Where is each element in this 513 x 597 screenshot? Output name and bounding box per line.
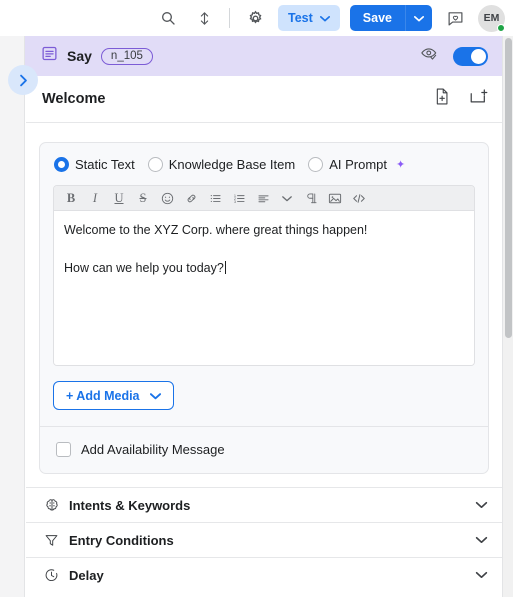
sparkle-icon: ✦ [396,159,406,171]
add-panel-icon[interactable] [470,88,488,110]
welcome-header-actions [435,88,488,110]
online-status-dot [497,23,505,32]
chevron-down-icon[interactable] [475,536,488,544]
align-icon[interactable] [252,188,274,209]
brain-icon [42,497,61,513]
add-media-button[interactable]: + Add Media [53,381,174,410]
save-button-group: Save [349,5,432,31]
editor-paragraph: Welcome to the XYZ Corp. where great thi… [64,223,368,237]
editor-toolbar: B I U S 123 [54,186,474,211]
strikethrough-icon[interactable]: S [132,188,154,209]
chevron-right-icon [19,74,27,86]
media-section: + Add Media [40,366,488,427]
node-id-badge: n_105 [100,47,153,65]
say-content-card: Static Text Knowledge Base Item AI Promp… [39,142,489,474]
bulleted-list-icon[interactable] [204,188,226,209]
availability-checkbox[interactable] [56,442,71,457]
search-icon[interactable] [155,5,181,31]
radio-indicator [147,157,163,172]
accordion-label: Entry Conditions [69,532,174,548]
text-cursor [224,261,226,275]
avatar-initials: EM [483,12,500,24]
save-button-label: Save [362,11,392,25]
svg-text:3: 3 [233,198,235,203]
node-settings-panel: Welcome Static Text Knowledge Base Item … [26,76,502,597]
funnel-icon [42,533,61,548]
welcome-header: Welcome [26,76,502,123]
rich-text-editor: B I U S 123 Welcome to the XYZ Corp. whe… [53,185,475,366]
add-media-label: + Add Media [66,388,140,403]
content-type-radio-group: Static Text Knowledge Base Item AI Promp… [40,143,488,183]
top-toolbar: Test Save EM [0,0,513,36]
accordion-label: Delay [69,567,104,583]
node-enabled-toggle[interactable] [453,46,488,66]
clock-icon [42,568,61,583]
chevron-down-icon[interactable] [276,188,298,209]
save-button[interactable]: Save [349,5,405,31]
radio-label: AI Prompt [329,157,387,172]
gear-icon[interactable] [242,5,268,31]
link-icon[interactable] [180,188,202,209]
radio-ai-prompt[interactable]: AI Prompt ✦ [308,157,405,172]
availability-message-row[interactable]: Add Availability Message [40,427,488,473]
italic-icon[interactable]: I [84,188,106,209]
numbered-list-icon[interactable]: 123 [228,188,250,209]
underline-icon[interactable]: U [108,188,130,209]
radio-label: Knowledge Base Item [168,157,296,172]
editor-text-area[interactable]: Welcome to the XYZ Corp. where great thi… [54,211,474,365]
radio-indicator [54,157,69,172]
radio-indicator [308,157,324,172]
image-icon[interactable] [324,188,346,209]
node-title: Say [67,48,92,64]
duplicate-document-icon[interactable] [435,88,450,110]
test-button[interactable]: Test [278,5,340,31]
code-icon[interactable] [348,188,370,209]
radio-label: Static Text [75,157,135,172]
toolbar-divider [229,8,231,28]
bold-icon[interactable]: B [60,188,82,209]
accordion-delay[interactable]: Delay [26,557,502,592]
editor-paragraph-text: How can we help you today? [64,261,224,276]
eye-check-icon[interactable] [420,46,439,67]
scrollbar-thumb[interactable] [505,38,512,338]
emoji-icon[interactable] [156,188,178,209]
avatar[interactable]: EM [478,4,505,32]
left-gutter [0,36,25,597]
text-direction-icon[interactable] [300,188,322,209]
chevron-down-icon [319,15,330,21]
radio-static-text[interactable]: Static Text [54,157,135,172]
accordion-entry-conditions[interactable]: Entry Conditions [26,522,502,557]
test-button-label: Test [288,11,313,25]
availability-label: Add Availability Message [81,442,225,457]
chat-heart-icon[interactable] [442,5,468,31]
chevron-down-icon [414,15,424,21]
chevron-down-icon[interactable] [475,571,488,579]
vertical-scrollbar[interactable] [502,36,513,597]
chevron-down-icon[interactable] [475,501,488,509]
editor-paragraph-with-caret: How can we help you today? [64,259,464,277]
accordion-intents-keywords[interactable]: Intents & Keywords [26,487,502,522]
settings-accordion: Intents & Keywords Entry Conditions Dela [26,487,502,592]
page-title: Welcome [42,91,106,107]
sidebar-collapse-button[interactable] [8,65,38,95]
chevron-down-icon [149,392,161,399]
save-dropdown-button[interactable] [405,5,432,31]
node-header-actions [420,46,488,67]
say-node-icon [41,45,58,67]
node-header: Say n_105 [25,36,502,76]
sort-icon[interactable] [191,5,217,31]
accordion-label: Intents & Keywords [69,497,191,513]
toggle-knob [471,48,486,64]
app-root: Test Save EM Say n_105 Welcome Static Te… [0,0,513,597]
radio-knowledge-base-item[interactable]: Knowledge Base Item [147,157,296,172]
